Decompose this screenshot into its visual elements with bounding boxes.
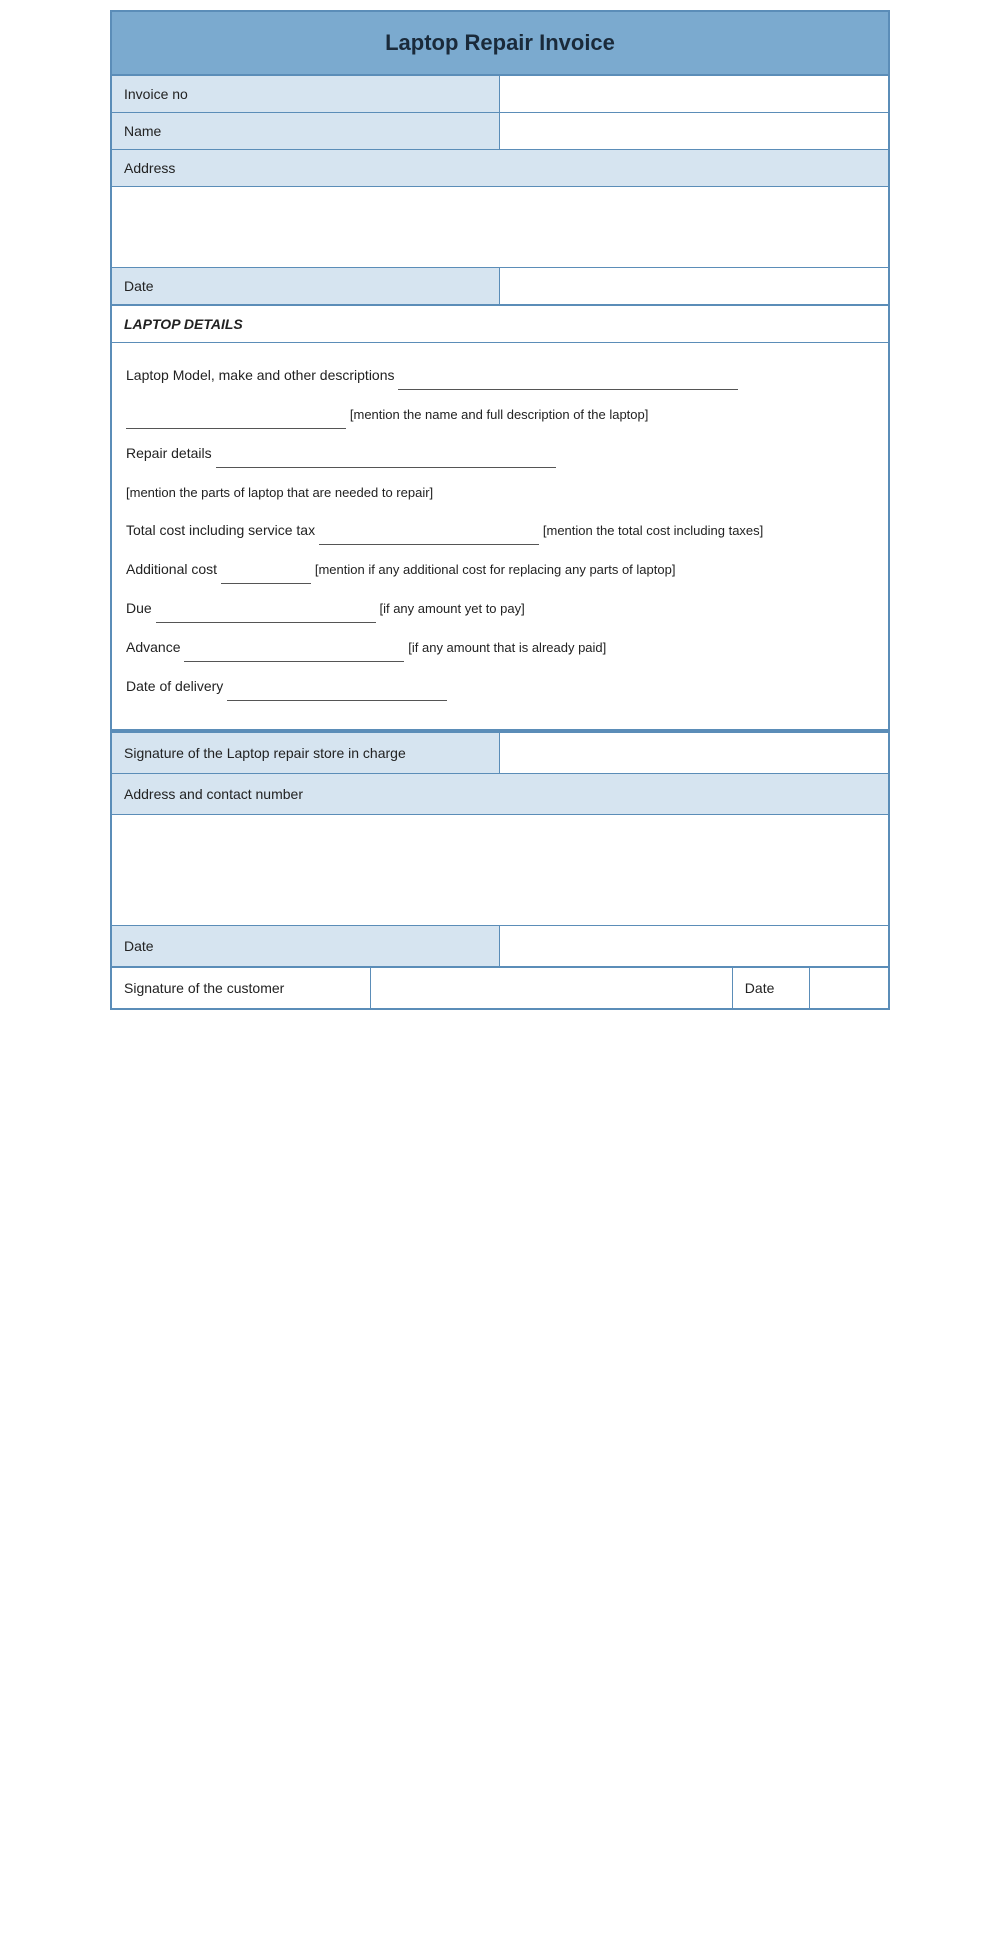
date-row: Date [112, 268, 888, 304]
invoice-no-label: Invoice no [112, 76, 500, 112]
customer-sig-label: Signature of the customer [112, 968, 371, 1008]
address-value-row [112, 187, 888, 268]
total-cost-line: Total cost including service tax [mentio… [126, 516, 874, 545]
total-cost-label: Total cost including service tax [126, 522, 315, 538]
laptop-details-title: LAPTOP DETAILS [124, 316, 243, 332]
invoice-title: Laptop Repair Invoice [122, 30, 878, 56]
model-blank[interactable] [398, 361, 738, 390]
laptop-details-body: Laptop Model, make and other description… [112, 343, 888, 729]
customer-sig-value[interactable] [371, 968, 733, 1008]
store-sig-row: Signature of the Laptop repair store in … [112, 733, 888, 774]
address-contact-label-row: Address and contact number [112, 774, 888, 815]
invoice-header: Laptop Repair Invoice [112, 12, 888, 76]
laptop-details-title-row: LAPTOP DETAILS [112, 306, 888, 343]
model-line: Laptop Model, make and other description… [126, 361, 874, 390]
model-blank2[interactable] [126, 400, 346, 429]
address-value[interactable] [112, 187, 888, 267]
name-label: Name [112, 113, 500, 149]
laptop-details-section: LAPTOP DETAILS Laptop Model, make and ot… [112, 306, 888, 731]
signature-section: Signature of the Laptop repair store in … [112, 731, 888, 1008]
repair-hint-line: [mention the parts of laptop that are ne… [126, 478, 874, 506]
invoice-no-value[interactable] [500, 76, 888, 112]
total-cost-blank[interactable] [319, 516, 539, 545]
address-contact-label: Address and contact number [112, 774, 888, 814]
model-label: Laptop Model, make and other description… [126, 367, 395, 383]
repair-line: Repair details [126, 439, 874, 468]
due-line: Due [if any amount yet to pay] [126, 594, 874, 623]
additional-cost-line: Additional cost [mention if any addition… [126, 555, 874, 584]
invoice-container: Laptop Repair Invoice Invoice no Name Ad… [110, 10, 890, 1010]
address-contact-value-row [112, 815, 888, 926]
address-label: Address [112, 150, 888, 186]
customer-date-label: Date [733, 968, 811, 1008]
store-date-label: Date [112, 926, 500, 966]
customer-sig-row: Signature of the customer Date [112, 967, 888, 1008]
info-section: Invoice no Name Address Date [112, 76, 888, 306]
additional-cost-hint: [mention if any additional cost for repl… [315, 562, 676, 577]
due-label: Due [126, 600, 152, 616]
due-blank[interactable] [156, 594, 376, 623]
additional-cost-blank[interactable] [221, 555, 311, 584]
model-hint-line: [mention the name and full description o… [126, 400, 874, 429]
additional-cost-label: Additional cost [126, 561, 217, 577]
advance-hint: [if any amount that is already paid] [408, 640, 606, 655]
name-value[interactable] [500, 113, 888, 149]
advance-blank[interactable] [184, 633, 404, 662]
name-row: Name [112, 113, 888, 150]
store-date-row: Date [112, 926, 888, 967]
repair-hint: [mention the parts of laptop that are ne… [126, 485, 433, 500]
store-date-value[interactable] [500, 926, 888, 966]
date-label: Date [112, 268, 500, 304]
advance-line: Advance [if any amount that is already p… [126, 633, 874, 662]
delivery-blank[interactable] [227, 672, 447, 701]
delivery-line: Date of delivery [126, 672, 874, 701]
model-hint: [mention the name and full description o… [350, 407, 648, 422]
store-sig-label: Signature of the Laptop repair store in … [112, 733, 500, 773]
store-sig-value[interactable] [500, 733, 888, 773]
address-contact-value[interactable] [112, 815, 888, 925]
address-label-row: Address [112, 150, 888, 187]
date-value[interactable] [500, 268, 888, 304]
invoice-no-row: Invoice no [112, 76, 888, 113]
delivery-label: Date of delivery [126, 678, 223, 694]
due-hint: [if any amount yet to pay] [379, 601, 524, 616]
repair-blank[interactable] [216, 439, 556, 468]
repair-label: Repair details [126, 445, 212, 461]
advance-label: Advance [126, 639, 180, 655]
total-cost-hint: [mention the total cost including taxes] [543, 523, 763, 538]
customer-date-value[interactable] [810, 968, 888, 1008]
